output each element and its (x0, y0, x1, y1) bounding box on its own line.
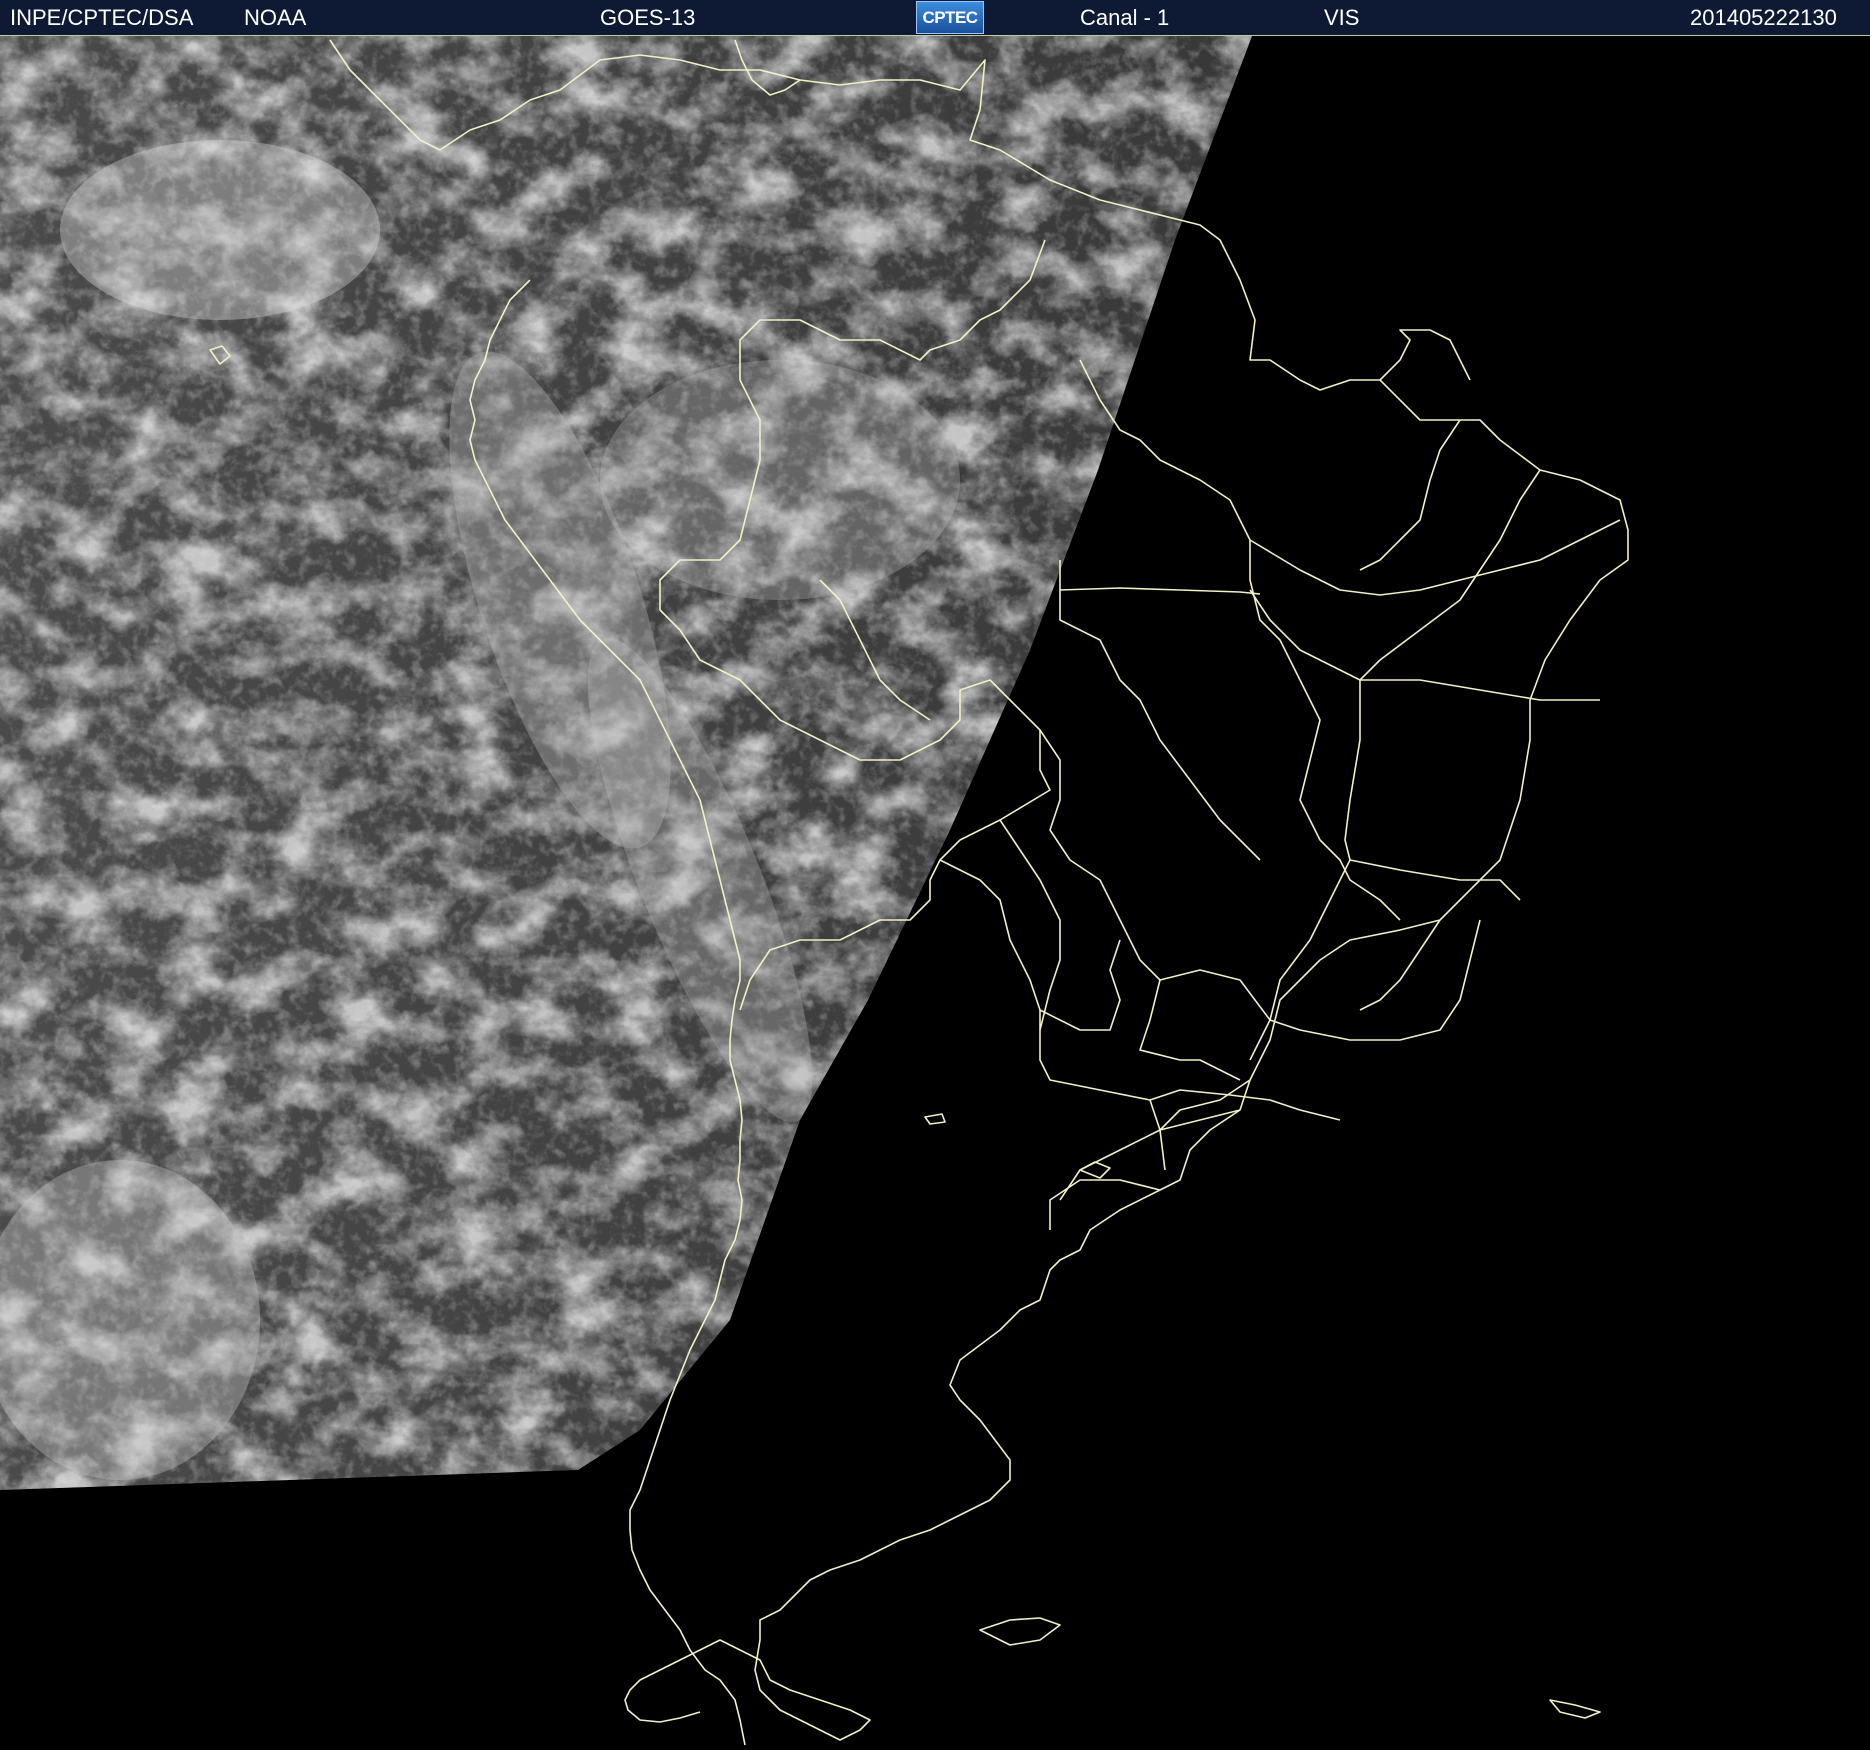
band-label: VIS (1324, 5, 1360, 30)
timestamp-label: 201405222130 (1690, 5, 1837, 30)
agency-label: NOAA (244, 5, 307, 30)
cptec-logo: CPTEC (916, 1, 984, 34)
cloud-band (60, 140, 380, 320)
satellite-image (0, 36, 1870, 1750)
logo-text: CPTEC (922, 8, 978, 27)
header-bar: INPE/CPTEC/DSA NOAA GOES-13 CPTEC Canal … (0, 0, 1870, 36)
organization-label: INPE/CPTEC/DSA (10, 5, 194, 30)
channel-label: Canal - 1 (1080, 5, 1170, 30)
satellite-label: GOES-13 (600, 5, 696, 30)
cloud-band (600, 360, 960, 600)
